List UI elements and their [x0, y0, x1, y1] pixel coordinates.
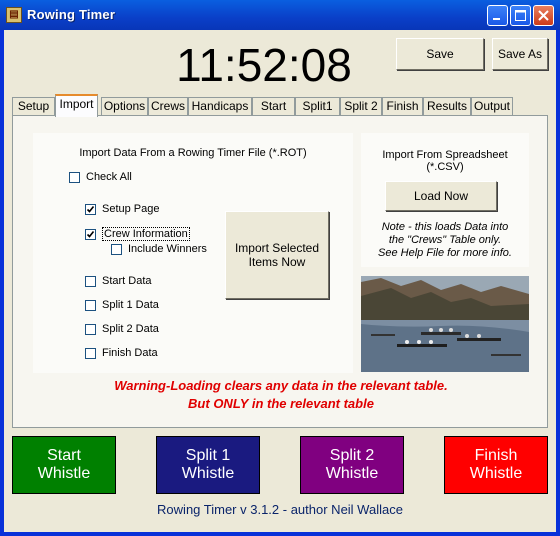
crew-information-checkbox[interactable]: Crew Information	[85, 227, 190, 241]
check-all-checkbox[interactable]: Check All	[69, 171, 132, 183]
checkbox-box	[85, 323, 96, 335]
checkmark-icon	[86, 205, 95, 213]
close-button[interactable]	[533, 5, 554, 26]
tab-crews[interactable]: Crews	[148, 97, 188, 116]
save-button[interactable]: Save	[396, 38, 484, 70]
tab-finish[interactable]: Finish	[382, 97, 423, 116]
csv-note-line3: See Help File for more info.	[378, 247, 512, 259]
client-area: 11:52:08 Save Save As Setup Import Optio…	[4, 30, 556, 532]
finish-data-checkbox[interactable]: Finish Data	[85, 347, 158, 359]
import-button-line2: Items Now	[248, 255, 306, 269]
window-title: Rowing Timer	[27, 7, 116, 22]
include-winners-label: Include Winners	[128, 243, 207, 255]
checkbox-box	[69, 171, 80, 183]
checkmark-icon	[86, 230, 95, 238]
csv-note-line1: Note - this loads Data into	[381, 221, 509, 233]
start-data-label: Start Data	[102, 275, 152, 287]
tab-split2[interactable]: Split 2	[340, 97, 382, 116]
checkbox-box	[85, 299, 96, 311]
split2-whistle-line1: Split 2	[329, 447, 375, 464]
start-whistle-line2: Whistle	[37, 465, 91, 482]
minimize-button[interactable]	[487, 5, 508, 26]
split2-data-label: Split 2 Data	[102, 323, 159, 335]
maximize-icon	[515, 10, 526, 21]
save-as-button[interactable]: Save As	[492, 38, 548, 70]
checkbox-box	[85, 275, 96, 287]
start-whistle-line1: Start	[47, 447, 81, 464]
tab-split1[interactable]: Split1	[295, 97, 340, 116]
finish-whistle-button[interactable]: Finish Whistle	[444, 436, 548, 494]
tab-import[interactable]: Import	[55, 94, 98, 117]
clock-display: 11:52:08	[176, 39, 352, 91]
split1-whistle-line1: Split 1	[185, 447, 231, 464]
csv-heading-line2: (*.CSV)	[426, 161, 464, 173]
title-bar[interactable]: ▤ Rowing Timer	[0, 0, 560, 30]
tab-start[interactable]: Start	[252, 97, 295, 116]
check-all-label: Check All	[86, 171, 132, 183]
tab-results[interactable]: Results	[423, 97, 471, 116]
tab-setup[interactable]: Setup	[12, 97, 55, 116]
rot-import-heading: Import Data From a Rowing Timer File (*.…	[79, 147, 307, 159]
finish-data-label: Finish Data	[102, 347, 158, 359]
split2-whistle-line2: Whistle	[325, 465, 379, 482]
tab-output[interactable]: Output	[471, 97, 513, 116]
import-tab-panel: Import Data From a Rowing Timer File (*.…	[12, 115, 548, 428]
split1-data-label: Split 1 Data	[102, 299, 159, 311]
split2-whistle-button[interactable]: Split 2 Whistle	[300, 436, 404, 494]
csv-note-line2: the "Crews" Table only.	[388, 234, 502, 246]
csv-heading-line1: Import From Spreadsheet	[382, 149, 508, 161]
csv-import-box: Import From Spreadsheet (*.CSV) Load Now…	[361, 133, 529, 267]
finish-whistle-line2: Whistle	[469, 465, 523, 482]
app-window: ▤ Rowing Timer 11:52:08 Save Save As Set…	[0, 0, 560, 536]
minimize-icon	[493, 18, 500, 20]
warning-line2: But ONLY in the relevant table	[188, 396, 374, 411]
split1-data-checkbox[interactable]: Split 1 Data	[85, 299, 159, 311]
split1-whistle-line2: Whistle	[181, 465, 235, 482]
app-icon[interactable]: ▤	[6, 7, 22, 23]
setup-page-checkbox[interactable]: Setup Page	[85, 203, 160, 215]
footer-credit: Rowing Timer v 3.1.2 - author Neil Walla…	[157, 502, 403, 517]
rowing-photo	[361, 276, 529, 372]
import-button-line1: Import Selected	[234, 241, 320, 255]
warning-line1: Warning-Loading clears any data in the r…	[114, 378, 448, 393]
tab-options[interactable]: Options	[101, 97, 148, 116]
checkbox-box	[85, 203, 96, 215]
finish-whistle-line1: Finish	[474, 447, 518, 464]
checkbox-box	[85, 347, 96, 359]
rot-import-box: Import Data From a Rowing Timer File (*.…	[33, 133, 353, 373]
checkbox-box	[111, 243, 122, 255]
split1-whistle-button[interactable]: Split 1 Whistle	[156, 436, 260, 494]
setup-page-label: Setup Page	[102, 203, 160, 215]
include-winners-checkbox[interactable]: Include Winners	[111, 243, 207, 255]
close-icon	[538, 10, 549, 21]
import-selected-button[interactable]: Import Selected Items Now	[225, 211, 329, 299]
checkbox-box	[85, 228, 96, 240]
start-data-checkbox[interactable]: Start Data	[85, 275, 152, 287]
start-whistle-button[interactable]: Start Whistle	[12, 436, 116, 494]
split2-data-checkbox[interactable]: Split 2 Data	[85, 323, 159, 335]
maximize-button[interactable]	[510, 5, 531, 26]
tab-handicaps[interactable]: Handicaps	[188, 97, 252, 116]
crew-information-label: Crew Information	[102, 227, 190, 241]
load-now-button[interactable]: Load Now	[385, 181, 497, 211]
